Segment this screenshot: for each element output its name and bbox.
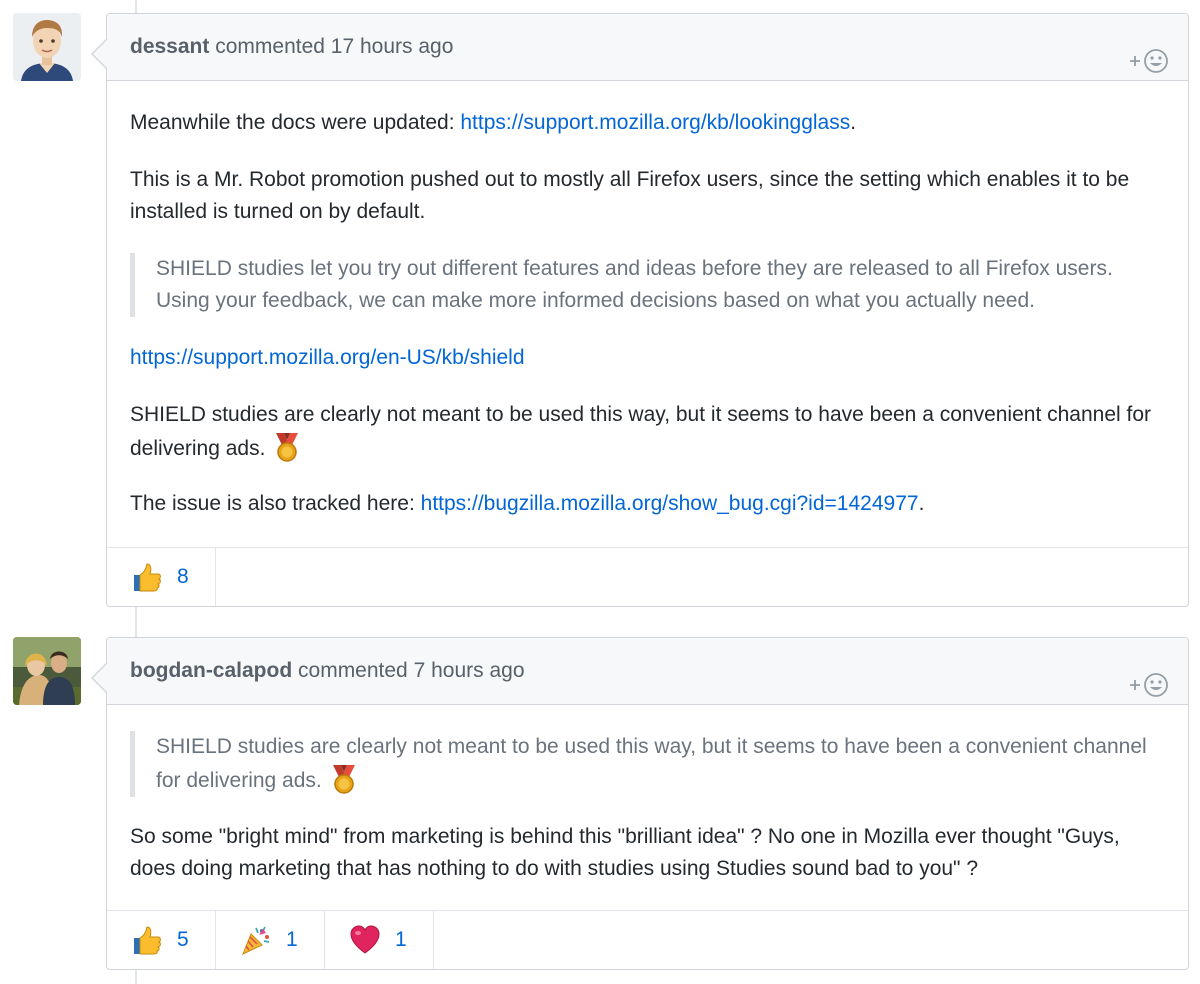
paragraph-text: The issue is also tracked here: xyxy=(130,492,421,515)
comment-header: bogdan-calapod commented 7 hours ago xyxy=(107,638,1188,705)
comment-author[interactable]: bogdan-calapod xyxy=(130,659,292,682)
paragraph: SHIELD studies are clearly not meant to … xyxy=(130,399,1165,465)
paragraph-text: Meanwhile the docs were updated: xyxy=(130,111,461,134)
comment-arrow xyxy=(93,39,108,69)
avatar[interactable] xyxy=(13,13,81,81)
smiley-icon xyxy=(1130,49,1168,73)
comment-author[interactable]: dessant xyxy=(130,35,209,58)
reaction-heart[interactable]: 1 xyxy=(325,911,434,969)
add-reaction-button[interactable] xyxy=(1124,35,1174,73)
timeline-line xyxy=(135,607,137,638)
comment-header: dessant commented 17 hours ago xyxy=(107,14,1188,81)
comment-action: commented xyxy=(298,659,408,682)
paragraph: So some "bright mind" from marketing is … xyxy=(130,825,1120,880)
comment-body: Meanwhile the docs were updated: https:/… xyxy=(107,107,1188,520)
paragraph: Meanwhile the docs were updated: https:/… xyxy=(130,107,1165,139)
add-reaction-button[interactable] xyxy=(1124,659,1174,697)
timeline-line xyxy=(135,970,137,984)
timeline-line xyxy=(135,0,137,14)
party-popper-icon xyxy=(242,926,270,955)
smiley-icon xyxy=(1130,673,1168,697)
paragraph: The issue is also tracked here: https://… xyxy=(130,488,1165,520)
comment-arrow xyxy=(93,663,108,693)
avatar[interactable] xyxy=(13,637,81,705)
paragraph: https://support.mozilla.org/en-US/kb/shi… xyxy=(130,342,1165,374)
reaction-count: 1 xyxy=(286,928,298,951)
reaction-count: 1 xyxy=(395,928,407,951)
medal-icon xyxy=(332,765,355,794)
comment-body: SHIELD studies are clearly not meant to … xyxy=(107,731,1188,885)
comment-timestamp[interactable]: 7 hours ago xyxy=(414,659,525,682)
comment-timestamp[interactable]: 17 hours ago xyxy=(331,35,454,58)
comment-action: commented xyxy=(215,35,325,58)
docs-link[interactable]: https://support.mozilla.org/kb/lookinggl… xyxy=(460,111,850,134)
medal-icon xyxy=(276,433,299,462)
bugzilla-link[interactable]: https://bugzilla.mozilla.org/show_bug.cg… xyxy=(421,492,919,515)
reaction-thumbs-up[interactable]: 8 xyxy=(107,548,216,606)
quote-text: SHIELD studies are clearly not meant to … xyxy=(156,735,1147,792)
blockquote: SHIELD studies are clearly not meant to … xyxy=(130,731,1165,797)
thumbs-up-icon xyxy=(134,926,161,955)
shield-link[interactable]: https://support.mozilla.org/en-US/kb/shi… xyxy=(130,346,525,369)
paragraph-text: . xyxy=(918,492,925,515)
paragraph: This is a Mr. Robot promotion pushed out… xyxy=(130,168,1130,223)
thumbs-up-icon xyxy=(134,563,161,592)
comment: bogdan-calapod commented 7 hours ago SHI… xyxy=(91,637,1189,970)
blockquote: SHIELD studies let you try out different… xyxy=(130,253,1165,317)
reactions-bar: 8 xyxy=(107,547,1188,606)
reactions-bar: 5 1 1 xyxy=(107,910,1188,969)
reaction-thumbs-up[interactable]: 5 xyxy=(107,911,216,969)
reaction-count: 5 xyxy=(177,928,189,951)
reaction-count: 8 xyxy=(177,565,189,588)
heart-icon xyxy=(350,925,380,954)
comment: dessant commented 17 hours ago Meanwhile… xyxy=(91,13,1189,607)
paragraph-text: . xyxy=(850,111,857,134)
reaction-hooray[interactable]: 1 xyxy=(216,911,325,969)
